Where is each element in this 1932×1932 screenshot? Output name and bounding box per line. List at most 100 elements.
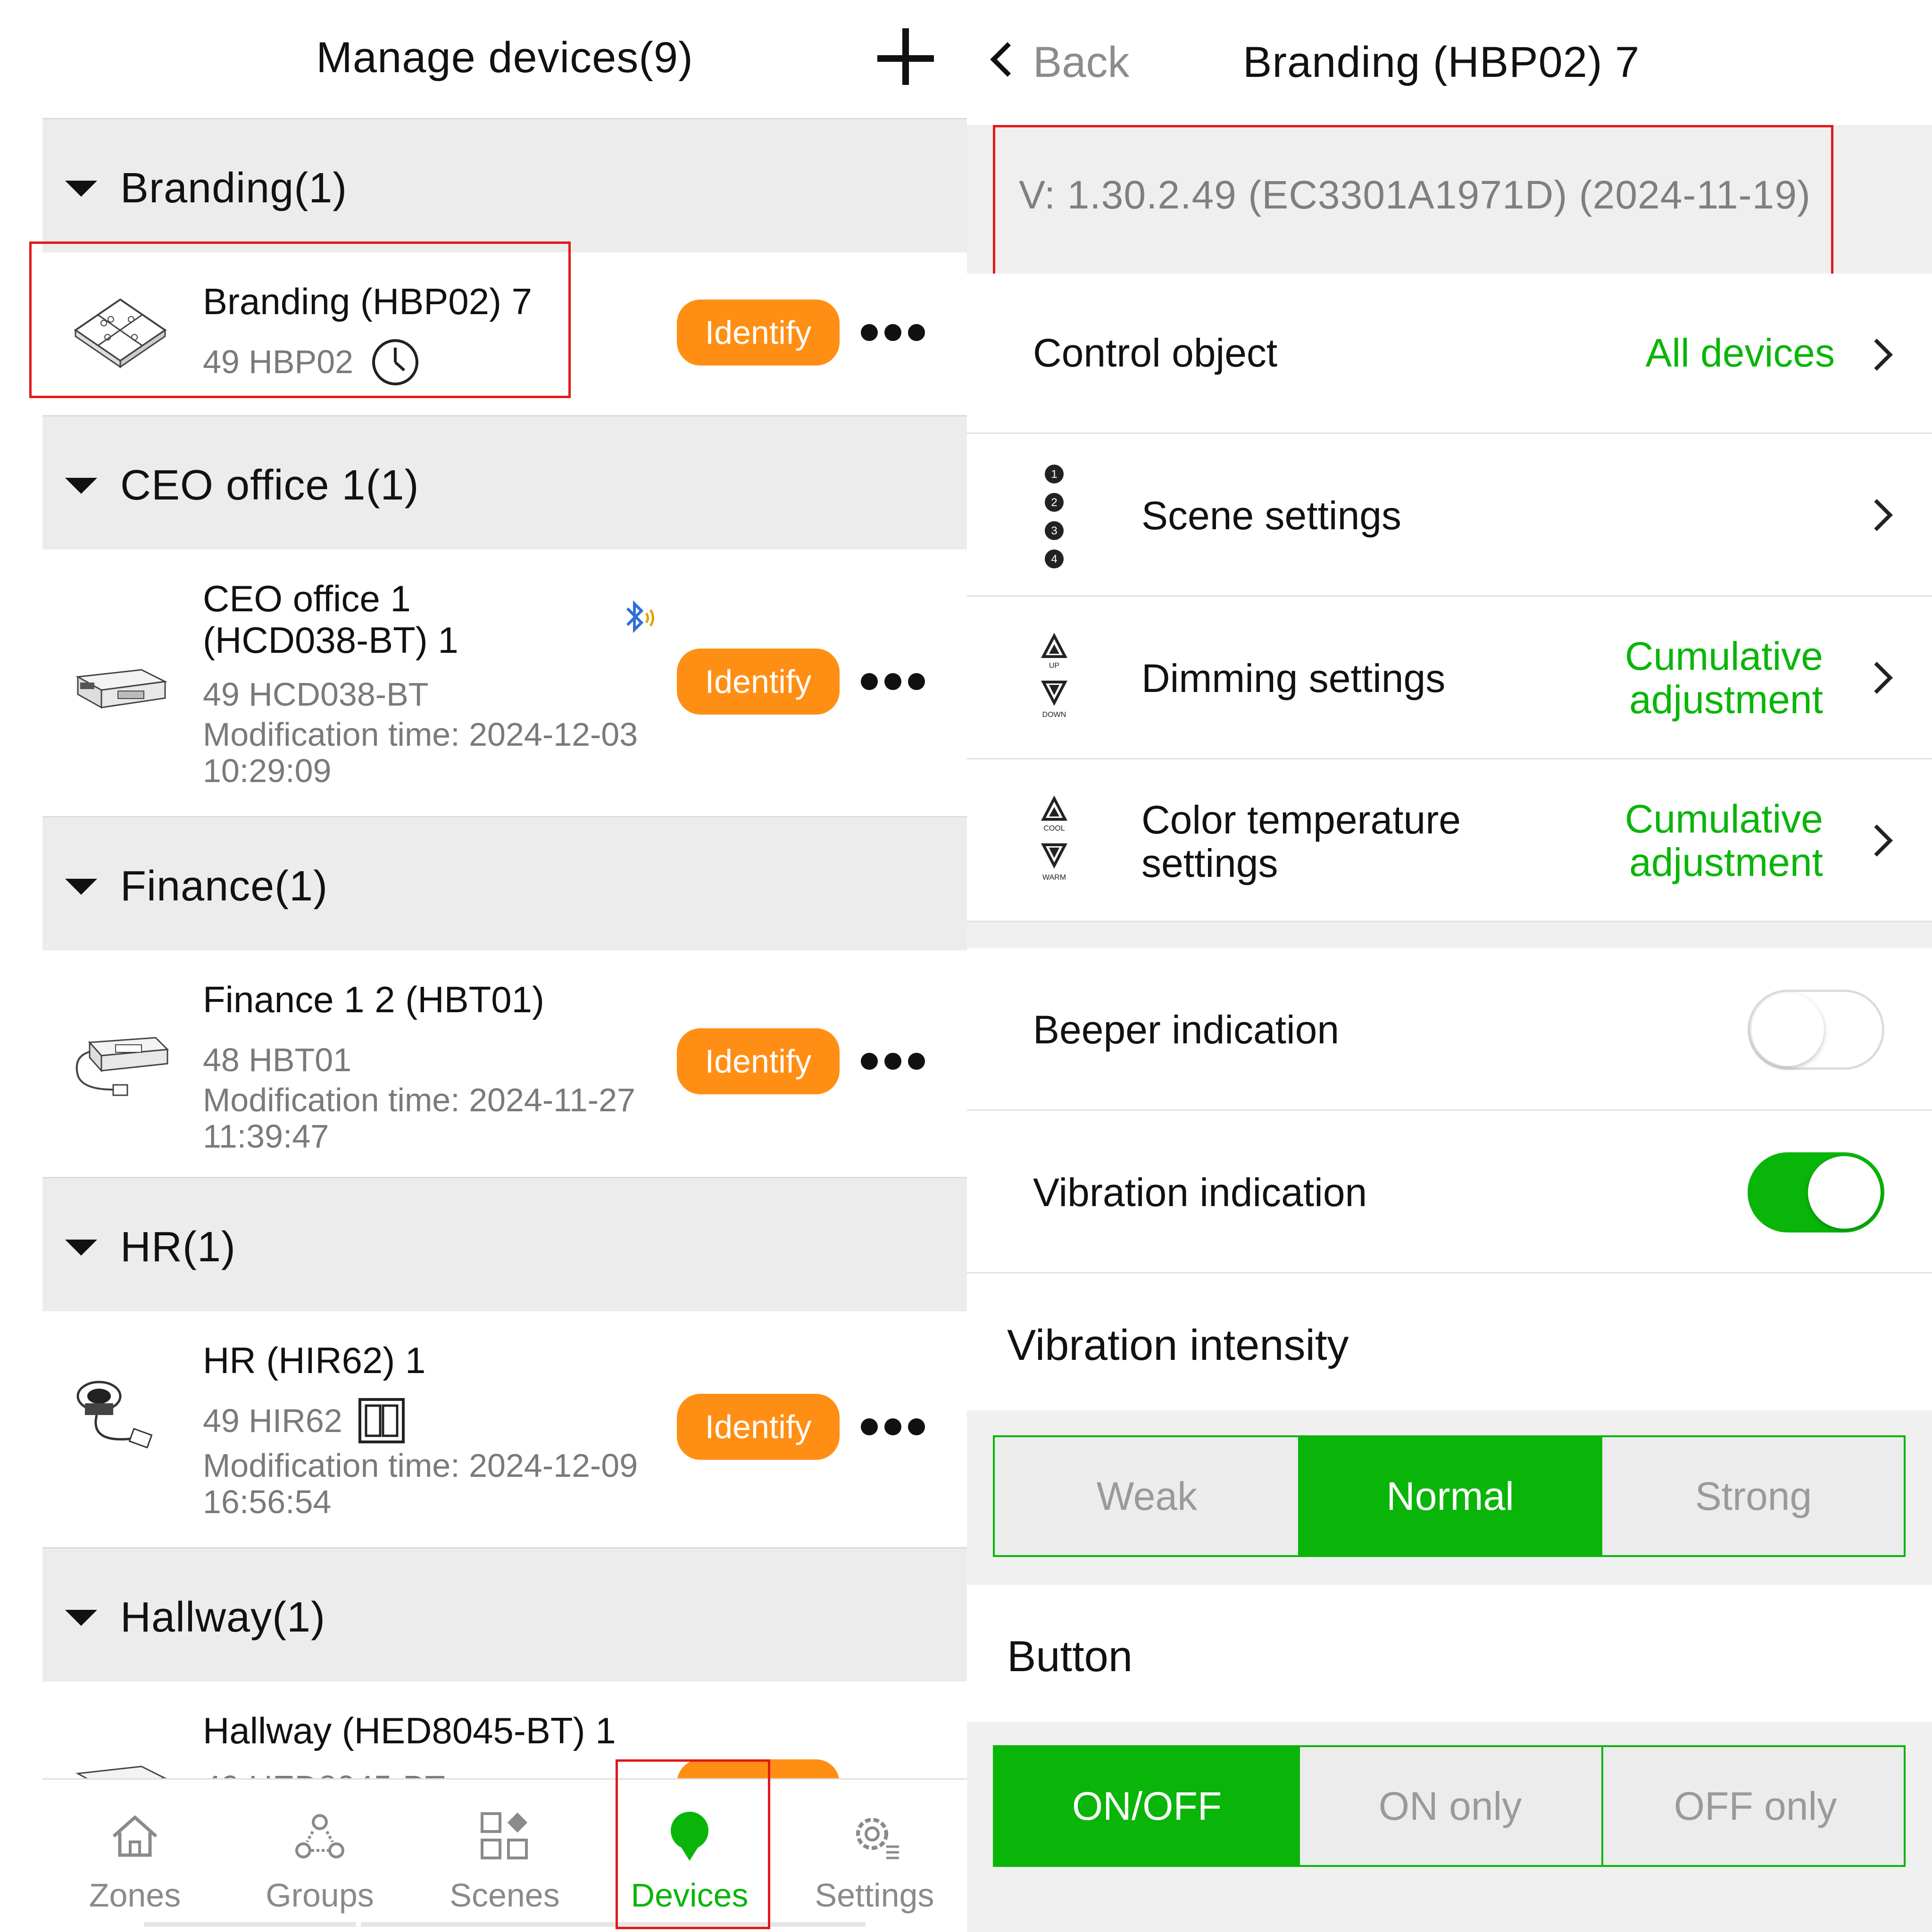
collapse-triangle-icon <box>65 1610 97 1626</box>
button-mode-selector: ON/OFF ON only OFF only <box>993 1745 1906 1867</box>
color-temperature-value-line2: adjustment <box>1629 840 1823 884</box>
tab-scenes[interactable]: Scenes <box>412 1780 597 1932</box>
bluetooth-icon <box>626 600 654 633</box>
collapse-triangle-icon <box>65 478 97 494</box>
chevron-right-icon <box>1861 662 1893 694</box>
identify-button[interactable]: Identify <box>677 1394 840 1460</box>
device-title: Branding (HBP02) 7 <box>1243 38 1640 86</box>
home-icon <box>112 1815 158 1857</box>
device-row-finance[interactable]: Finance 1 2 (HBT01) 48 HBT01 Modificatio… <box>42 950 967 1177</box>
button-on-off-option[interactable]: ON/OFF <box>995 1747 1299 1865</box>
control-object-value: All devices <box>1645 331 1835 375</box>
firmware-version: V: 1.30.2.49 (EC3301A1971D) (2024-11-19) <box>1019 173 1811 217</box>
vibration-normal-option[interactable]: Normal <box>1298 1437 1602 1555</box>
dimming-settings-row[interactable]: UP DOWN Dimming settings Cumulative adju… <box>967 597 1932 759</box>
control-object-label: Control object <box>1033 331 1278 375</box>
beeper-toggle[interactable] <box>1748 990 1884 1070</box>
vibration-intensity-selector: Weak Normal Strong <box>993 1435 1906 1557</box>
identify-button[interactable]: Identify <box>677 300 840 366</box>
group-header-ceo-office[interactable]: CEO office 1(1) <box>42 415 967 550</box>
vibration-toggle[interactable] <box>1748 1152 1884 1232</box>
tab-zones[interactable]: Zones <box>42 1780 227 1932</box>
vibration-weak-option[interactable]: Weak <box>995 1437 1299 1555</box>
dimming-value: Cumulative <box>1624 634 1823 678</box>
device-model: 49 HCD038-BT <box>203 676 429 713</box>
down-label: DOWN <box>1042 711 1066 719</box>
control-object-row[interactable]: Control object All devices <box>967 274 1932 434</box>
manage-devices-panel: Manage devices(9) Branding(1) Branding (… <box>0 0 967 1932</box>
button-off-only-option[interactable]: OFF only <box>1603 1747 1907 1865</box>
page-title: Manage devices(9) <box>316 33 693 82</box>
vibration-intensity-title: Vibration intensity <box>1007 1321 1349 1369</box>
modification-time-clock: 10:29:09 <box>203 752 332 789</box>
cool-warm-icon: COOL WARM <box>1041 795 1067 882</box>
toggle-knob <box>1751 993 1824 1066</box>
group-header-finance[interactable]: Finance(1) <box>42 816 967 950</box>
back-button[interactable]: Back <box>1033 38 1130 87</box>
device-name: Finance 1 2 (HBT01) <box>203 979 544 1020</box>
identify-button[interactable]: Identify <box>677 649 840 715</box>
identify-button[interactable] <box>677 1759 840 1781</box>
vibration-strong-option[interactable]: Strong <box>1601 1437 1906 1555</box>
chevron-right-icon <box>1861 824 1893 857</box>
group-name: Hallway(1) <box>120 1594 326 1641</box>
device-row-hallway[interactable]: Hallway (HED8045-BT) 1 49 HED8045-BT <box>42 1682 967 1781</box>
modification-time-clock: 16:56:54 <box>203 1483 332 1520</box>
version-row: V: 1.30.2.49 (EC3301A1971D) (2024-11-19) <box>967 125 1932 271</box>
more-options-button[interactable] <box>861 318 927 347</box>
svg-text:2: 2 <box>1051 496 1057 509</box>
group-name: Finance(1) <box>120 863 328 910</box>
identify-button[interactable]: Identify <box>677 1028 840 1094</box>
group-header-branding[interactable]: Branding(1) <box>42 118 967 252</box>
dimming-settings-label: Dimming settings <box>1141 656 1446 700</box>
device-name-line2: (HCD038-BT) 1 <box>203 619 458 661</box>
chevron-left-icon[interactable] <box>990 42 1025 77</box>
color-temperature-row[interactable]: COOL WARM Color temperature settings Cum… <box>967 759 1932 922</box>
group-header-hallway[interactable]: Hallway(1) <box>42 1547 967 1682</box>
tab-groups[interactable]: Groups <box>227 1780 412 1932</box>
tab-settings[interactable]: Settings <box>782 1780 967 1932</box>
device-name: CEO office 1 <box>203 578 411 619</box>
collapse-triangle-icon <box>65 181 97 197</box>
device-model: 48 HBT01 <box>203 1041 352 1078</box>
warm-label: WARM <box>1042 874 1066 882</box>
home-indicator <box>361 1922 866 1927</box>
cool-label: COOL <box>1043 824 1065 833</box>
tab-devices[interactable]: Devices <box>597 1780 782 1932</box>
vibration-indication-label: Vibration indication <box>1033 1170 1367 1215</box>
device-row-hr[interactable]: HR (HIR62) 1 49 HIR62 Modification time:… <box>42 1311 967 1547</box>
color-temperature-value: Cumulative <box>1624 797 1823 841</box>
toggle-knob <box>1808 1156 1881 1229</box>
collapse-triangle-icon <box>65 879 97 895</box>
scenes-icon <box>481 1812 528 1859</box>
button-on-only-option[interactable]: ON only <box>1298 1747 1602 1865</box>
device-name: Branding (HBP02) 7 <box>203 281 533 322</box>
beeper-indication-label: Beeper indication <box>1033 1008 1340 1052</box>
groups-icon <box>295 1814 344 1858</box>
clock-icon <box>372 339 418 385</box>
more-options-button[interactable] <box>861 1047 927 1075</box>
scene-settings-row[interactable]: 1 2 3 4 Scene settings <box>967 434 1932 597</box>
button-section: Button <box>967 1585 1932 1722</box>
modification-time: Modification time: 2024-12-09 <box>203 1447 638 1484</box>
device-row-ceo-office[interactable]: CEO office 1 (HCD038-BT) 1 49 HCD038-BT … <box>42 550 967 816</box>
device-name: Hallway (HED8045-BT) 1 <box>203 1710 616 1751</box>
split-panel-icon <box>358 1398 405 1443</box>
group-header-hr[interactable]: HR(1) <box>42 1177 967 1311</box>
tab-label: Groups <box>266 1877 374 1914</box>
device-model: 49 HIR62 <box>203 1402 342 1439</box>
bulb-icon <box>671 1812 708 1861</box>
vibration-indication-row: Vibration indication <box>967 1111 1932 1274</box>
more-options-button[interactable] <box>861 667 927 696</box>
scene-numbers-icon: 1 2 3 4 <box>1045 465 1064 568</box>
device-row-branding[interactable]: Branding (HBP02) 7 49 HBP02 Identify <box>42 252 967 415</box>
vibration-intensity-section: Vibration intensity <box>967 1274 1932 1410</box>
add-device-button[interactable] <box>877 28 939 90</box>
svg-text:3: 3 <box>1051 525 1057 537</box>
device-detail-panel: Back Branding (HBP02) 7 V: 1.30.2.49 (EC… <box>967 0 1932 1932</box>
bottom-tab-bar: Zones Groups Scenes Devices Settings <box>42 1778 967 1932</box>
svg-text:4: 4 <box>1051 553 1057 566</box>
more-options-button[interactable] <box>861 1413 927 1441</box>
ir-sensor-icon <box>76 1381 153 1449</box>
dimming-value-line2: adjustment <box>1629 677 1823 722</box>
